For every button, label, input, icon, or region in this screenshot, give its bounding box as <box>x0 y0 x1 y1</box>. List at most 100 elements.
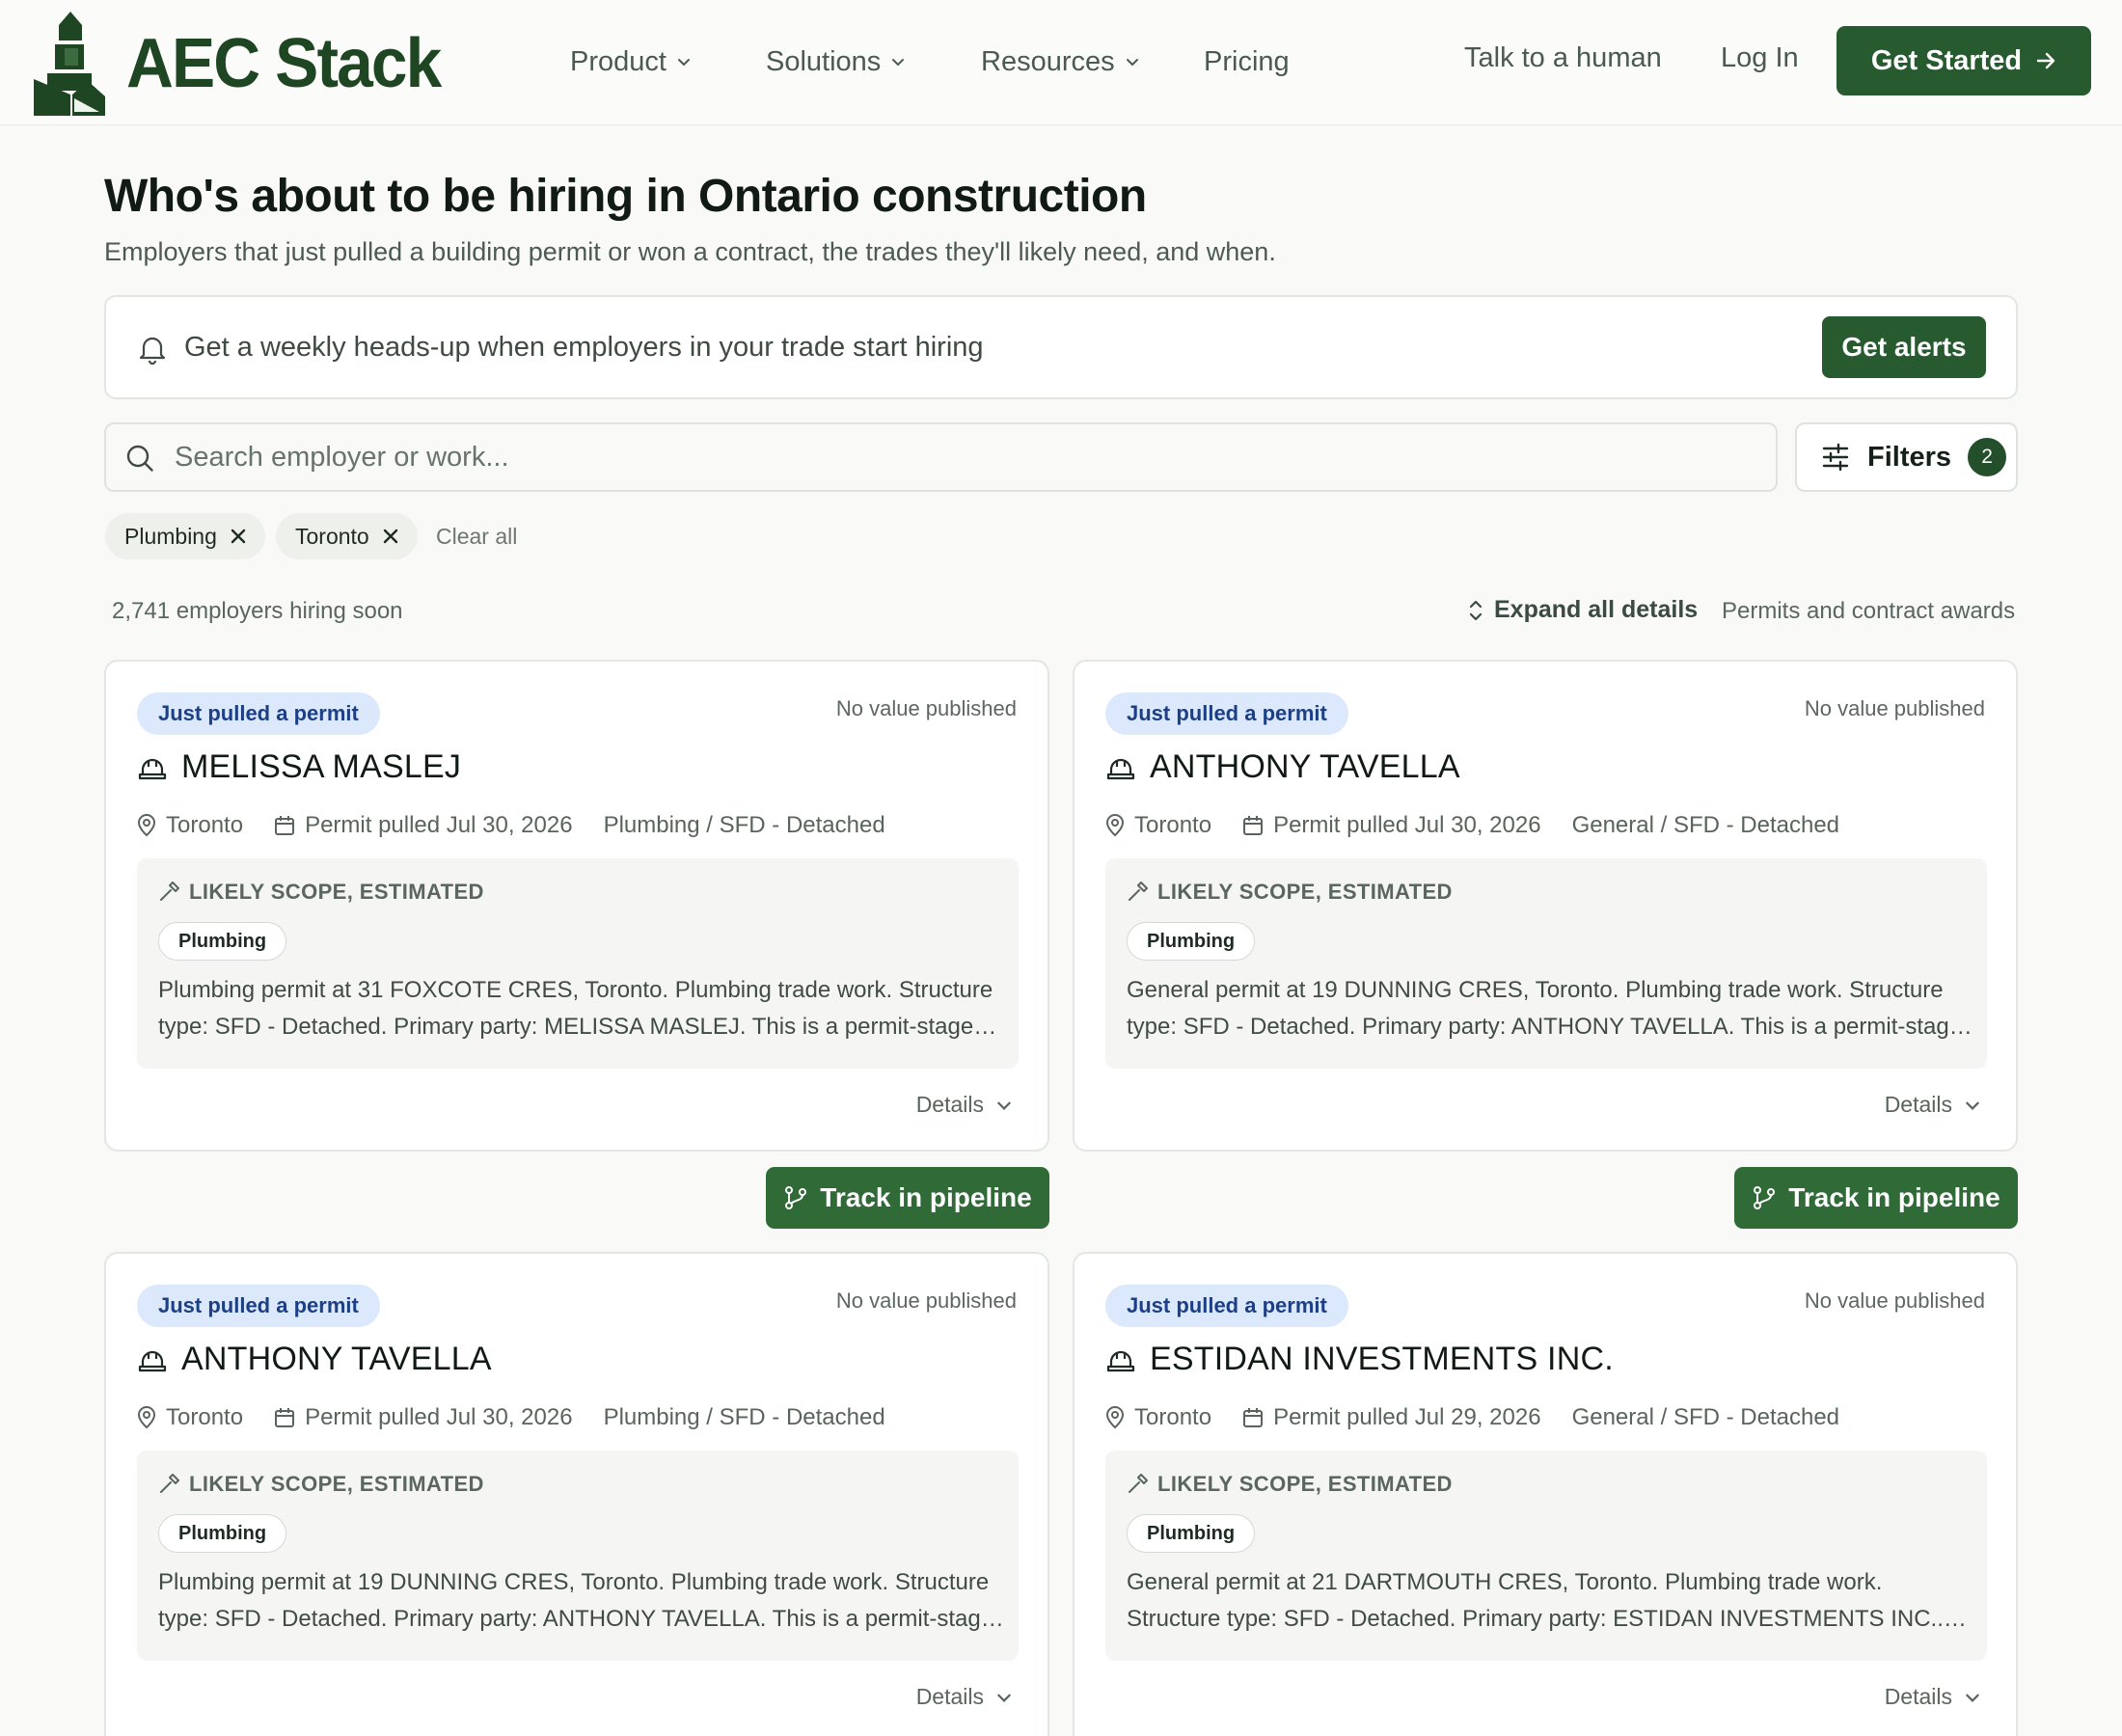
page-subtitle: Employers that just pulled a building pe… <box>104 237 1276 266</box>
hammer-icon <box>160 882 179 901</box>
map-pin-icon <box>1105 1406 1125 1429</box>
filter-chip-toronto: Toronto <box>276 513 418 559</box>
clear-all-filters-link[interactable]: Clear all <box>436 524 517 550</box>
trade-tag: Plumbing <box>1127 922 1256 961</box>
details-toggle[interactable]: Details <box>1885 1092 1981 1118</box>
scope-description: General permit at 21 DARTMOUTH CRES, Tor… <box>1127 1569 1944 1632</box>
card-location: Toronto <box>1134 1404 1212 1430</box>
arrow-right-icon <box>2036 52 2055 69</box>
brand-logo[interactable]: AEC Stack <box>30 12 460 116</box>
likely-scope-panel: LIKELY SCOPE, ESTIMATED Plumbing Plumbin… <box>137 858 1019 1069</box>
sliders-icon <box>1822 443 1849 472</box>
alert-signup-box: Get a weekly heads-up when employers in … <box>104 295 2018 399</box>
employer-name[interactable]: ESTIDAN INVESTMENTS INC. <box>1150 1341 1614 1378</box>
bell-icon <box>139 337 166 365</box>
project-value: No value published <box>835 1288 1017 1313</box>
card-date: Permit pulled Jul 30, 2026 <box>305 1404 573 1430</box>
hard-hat-icon <box>138 1350 167 1371</box>
chevron-down-icon <box>677 59 690 67</box>
hard-hat-icon <box>1106 758 1135 779</box>
card-location: Toronto <box>166 812 244 838</box>
likely-scope-panel: LIKELY SCOPE, ESTIMATED Plumbing Plumbin… <box>137 1451 1019 1661</box>
expand-all-button[interactable]: Expand all details <box>1467 596 1698 624</box>
employer-card: Just pulled a permit No value published … <box>104 1252 1049 1736</box>
card-category: General / SFD - Detached <box>1571 812 1840 838</box>
scope-description: General permit at 19 DUNNING CRES, Toron… <box>1127 977 1963 1040</box>
likely-scope-panel: LIKELY SCOPE, ESTIMATED Plumbing General… <box>1105 858 1987 1069</box>
trade-tag: Plumbing <box>158 922 287 961</box>
get-alerts-button[interactable]: Get alerts <box>1822 316 1986 378</box>
filters-label: Filters <box>1867 441 1952 473</box>
card-category: Plumbing / SFD - Detached <box>603 812 885 838</box>
details-toggle[interactable]: Details <box>916 1684 1013 1710</box>
status-badge: Just pulled a permit <box>137 692 380 735</box>
details-toggle[interactable]: Details <box>916 1092 1013 1118</box>
logo-mark-icon <box>34 12 105 116</box>
card-category: Plumbing / SFD - Detached <box>603 1404 885 1430</box>
close-icon[interactable] <box>383 529 398 544</box>
employer-name[interactable]: ANTHONY TAVELLA <box>181 1341 492 1378</box>
project-value: No value published <box>1804 1288 1985 1313</box>
hammer-icon <box>160 1474 179 1493</box>
nav-pricing[interactable]: Pricing <box>1204 42 1290 81</box>
hammer-icon <box>1129 882 1148 901</box>
filters-button[interactable]: Filters 2 <box>1795 422 2018 492</box>
map-pin-icon <box>137 814 156 837</box>
calendar-icon <box>1243 1408 1264 1427</box>
git-branch-icon <box>1754 1186 1776 1209</box>
get-started-button[interactable]: Get Started <box>1836 26 2091 95</box>
track-in-pipeline-button[interactable]: Track in pipeline <box>766 1167 1049 1229</box>
login-link[interactable]: Log In <box>1721 42 1799 74</box>
filter-chip-plumbing: Plumbing <box>105 513 265 559</box>
track-in-pipeline-button[interactable]: Track in pipeline <box>1734 1167 2018 1229</box>
brand-name: AEC Stack <box>126 25 442 102</box>
chevron-down-icon <box>997 1101 1011 1110</box>
hard-hat-icon <box>1106 1350 1135 1371</box>
hard-hat-icon <box>138 758 167 779</box>
search-input[interactable] <box>175 436 1718 478</box>
employer-name[interactable]: ANTHONY TAVELLA <box>1150 748 1460 786</box>
chevron-down-icon <box>892 59 905 67</box>
likely-scope-panel: LIKELY SCOPE, ESTIMATED Plumbing General… <box>1105 1451 1987 1661</box>
search-icon <box>126 445 153 472</box>
card-location: Toronto <box>1134 812 1212 838</box>
card-category: General / SFD - Detached <box>1571 1404 1840 1430</box>
results-count: 2,741 employers hiring soon <box>112 598 403 624</box>
chevron-down-icon <box>997 1694 1011 1702</box>
site-header: AEC Stack Product Solutions Resources Pr… <box>0 0 2122 125</box>
details-toggle[interactable]: Details <box>1885 1684 1981 1710</box>
map-pin-icon <box>137 1406 156 1429</box>
search-box <box>104 422 1778 492</box>
project-value: No value published <box>1804 696 1985 720</box>
employer-card: Just pulled a permit No value published … <box>1073 1252 2018 1736</box>
card-date: Permit pulled Jul 30, 2026 <box>305 812 573 838</box>
trade-tag: Plumbing <box>158 1514 287 1553</box>
nav-resources[interactable]: Resources <box>981 42 1140 81</box>
filters-count-badge: 2 <box>1968 438 2007 476</box>
chevron-down-icon <box>1966 1694 1979 1702</box>
chevron-down-icon <box>1966 1101 1979 1110</box>
trade-tag: Plumbing <box>1127 1514 1256 1553</box>
scope-description: Plumbing permit at 31 FOXCOTE CRES, Toro… <box>158 977 993 1040</box>
nav-solutions[interactable]: Solutions <box>766 42 906 81</box>
hammer-icon <box>1129 1474 1148 1493</box>
scope-description: Plumbing permit at 19 DUNNING CRES, Toro… <box>158 1569 994 1632</box>
card-location: Toronto <box>166 1404 244 1430</box>
status-badge: Just pulled a permit <box>1105 1285 1348 1327</box>
employer-card: Just pulled a permit No value published … <box>104 660 1049 1152</box>
calendar-icon <box>275 816 295 835</box>
card-date: Permit pulled Jul 29, 2026 <box>1273 1404 1541 1430</box>
close-icon[interactable] <box>231 529 246 544</box>
map-pin-icon <box>1105 814 1125 837</box>
page-title: Who's about to be hiring in Ontario cons… <box>104 171 1147 222</box>
calendar-icon <box>275 1408 295 1427</box>
nav-product[interactable]: Product <box>570 42 692 81</box>
talk-to-human-link[interactable]: Talk to a human <box>1464 42 1662 74</box>
chevrons-up-down-icon <box>1469 600 1483 620</box>
card-date: Permit pulled Jul 30, 2026 <box>1273 812 1541 838</box>
employer-name[interactable]: MELISSA MASLEJ <box>181 748 461 786</box>
git-branch-icon <box>785 1186 807 1209</box>
calendar-icon <box>1243 816 1264 835</box>
status-badge: Just pulled a permit <box>1105 692 1348 735</box>
alert-text: Get a weekly heads-up when employers in … <box>184 332 984 363</box>
